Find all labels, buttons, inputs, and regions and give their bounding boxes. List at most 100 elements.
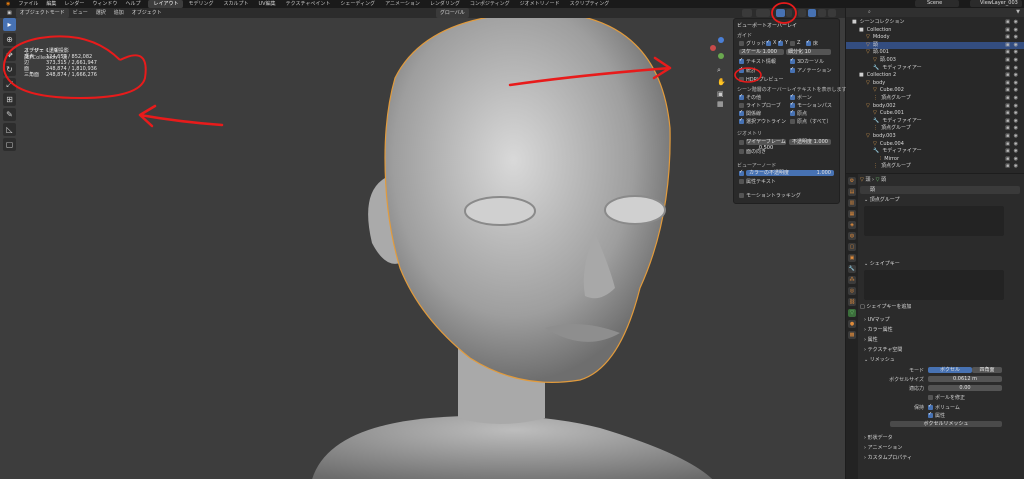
outliner-row[interactable]: ⫶ Mirror ▣ ◉ [846, 156, 1024, 163]
visibility-eye-icon[interactable]: ◉ [1014, 156, 1018, 163]
workspace-shading[interactable]: シェーディング [335, 0, 380, 8]
render-camera-icon[interactable]: ▣ [1005, 49, 1010, 56]
menu-add[interactable]: 追加 [110, 8, 128, 18]
navigation-gizmo[interactable]: ⌕ ✋ ▣ ▦ [703, 28, 733, 108]
render-camera-icon[interactable]: ▣ [1005, 95, 1010, 102]
outliner-row[interactable]: ■ Collection 2 ▣ ◉ [846, 72, 1024, 79]
workspace-uv[interactable]: UV編集 [254, 0, 281, 8]
menu-window[interactable]: ウィンドウ [88, 0, 121, 8]
visibility-eye-icon[interactable]: ◉ [1014, 57, 1018, 64]
bones-checkbox[interactable] [790, 93, 795, 100]
render-camera-icon[interactable]: ▣ [1005, 57, 1010, 64]
view-layer-selector[interactable]: ViewLayer_003 [970, 0, 1022, 7]
overlay-toggle-button[interactable] [776, 9, 785, 17]
menu-file[interactable]: ファイル [14, 0, 42, 8]
visibility-button[interactable] [742, 9, 752, 17]
menu-edit[interactable]: 編集 [42, 0, 60, 8]
scale-icon[interactable]: ⤢ [3, 78, 16, 91]
object-tab-icon[interactable]: ▣ [848, 254, 856, 262]
render-camera-icon[interactable]: ▣ [1005, 19, 1010, 26]
collection-tab-icon[interactable]: ▢ [848, 243, 856, 251]
menu-select[interactable]: 選択 [92, 8, 110, 18]
measure-icon[interactable]: ◺ [3, 123, 16, 136]
floor-checkbox[interactable] [806, 39, 811, 46]
workspace-texture-paint[interactable]: テクスチャペイント [281, 0, 336, 8]
remesh-mode-quad[interactable]: 四角面 [972, 367, 1002, 373]
render-camera-icon[interactable]: ▣ [1005, 34, 1010, 41]
workspace-sculpt[interactable]: スカルプト [218, 0, 253, 8]
overlay-dropdown-button[interactable] [786, 9, 792, 17]
visibility-eye-icon[interactable]: ◉ [1014, 95, 1018, 102]
fix-poles-checkbox[interactable] [928, 395, 933, 400]
motion-paths-checkbox[interactable] [790, 101, 795, 108]
attribute-text-checkbox[interactable] [739, 179, 744, 184]
grid-subdivisions-field[interactable]: 細分化 10 [786, 49, 831, 55]
visibility-eye-icon[interactable]: ◉ [1014, 19, 1018, 26]
shape-keys-list[interactable] [864, 270, 1004, 300]
workspace-compositing[interactable]: コンポジティング [465, 0, 515, 8]
xray-button[interactable] [798, 9, 806, 17]
add-cube-icon[interactable]: ▢ [3, 138, 16, 151]
voxel-remesh-button[interactable]: ボクセルリメッシュ [890, 421, 1002, 427]
move-icon[interactable]: ✥ [3, 48, 16, 61]
workspace-scripting[interactable]: スクリプティング [565, 0, 615, 8]
solid-shading-button[interactable] [808, 9, 816, 17]
outliner-row[interactable]: 🔧 モディファイアー ▣ ◉ [846, 118, 1024, 125]
axis-x-checkbox[interactable] [766, 39, 771, 46]
shape-keys-panel-header[interactable]: ⌄ シェイプキー [860, 260, 1022, 268]
color-attributes-panel-header[interactable]: › カラー属性 [860, 326, 1022, 334]
adaptivity-field[interactable]: 0.00 [928, 385, 1002, 391]
transform-icon[interactable]: ⊞ [3, 93, 16, 106]
material-tab-icon[interactable]: ● [848, 320, 856, 328]
mesh-name-field[interactable]: 頭 [860, 186, 1020, 194]
rotate-icon[interactable]: ↻ [3, 63, 16, 76]
remesh-panel-header[interactable]: ⌄ リメッシュ [860, 356, 1022, 364]
uv-maps-panel-header[interactable]: › UVマップ [860, 316, 1022, 324]
outliner-row[interactable]: ▽ Cube.001 ▣ ◉ [846, 110, 1024, 117]
outline-selected-checkbox[interactable] [739, 117, 744, 124]
modifier-tab-icon[interactable]: 🔧 [848, 265, 856, 273]
statistics-checkbox[interactable] [739, 66, 744, 73]
workspace-rendering[interactable]: レンダリング [425, 0, 465, 8]
visibility-eye-icon[interactable]: ◉ [1014, 110, 1018, 117]
render-camera-icon[interactable]: ▣ [1005, 65, 1010, 72]
menu-view[interactable]: ビュー [69, 8, 92, 18]
hdri-preview-checkbox[interactable] [739, 77, 744, 82]
axis-y-checkbox[interactable] [778, 39, 783, 46]
visibility-eye-icon[interactable]: ◉ [1014, 80, 1018, 87]
render-camera-icon[interactable]: ▣ [1005, 42, 1010, 49]
visibility-eye-icon[interactable]: ◉ [1014, 141, 1018, 148]
outliner-row[interactable]: ▽ 頭.001 ▣ ◉ [846, 49, 1024, 56]
3d-cursor-checkbox[interactable] [790, 57, 795, 64]
wireframe-threshold-field[interactable]: ワイヤーフレーム 0.500 [746, 139, 786, 151]
mode-selector[interactable]: オブジェクトモード [15, 8, 69, 18]
mesh-data-tab-icon[interactable]: ▽ [848, 309, 856, 317]
world-tab-icon[interactable]: ◍ [848, 232, 856, 240]
outliner-filter-icon[interactable]: ▼ [1016, 8, 1020, 17]
outliner-row[interactable]: ■ Collection ▣ ◉ [846, 27, 1024, 34]
render-camera-icon[interactable]: ▣ [1005, 103, 1010, 110]
render-camera-icon[interactable]: ▣ [1005, 72, 1010, 79]
transform-orientation[interactable]: グローバル [435, 8, 469, 18]
wireframe-checkbox[interactable] [739, 140, 744, 145]
vertex-groups-panel-header[interactable]: ⌄ 頂点グループ [860, 196, 1022, 204]
visibility-eye-icon[interactable]: ◉ [1014, 65, 1018, 72]
view-layer-tab-icon[interactable]: ▦ [848, 210, 856, 218]
geometry-data-panel-header[interactable]: › 形状データ [860, 434, 1022, 442]
outliner-row[interactable]: ⋮ 頂点グループ ▣ ◉ [846, 125, 1024, 132]
remesh-mode-voxel[interactable]: ボクセル [928, 367, 972, 373]
voxel-size-field[interactable]: 0.0612 m [928, 376, 1002, 382]
workspace-modeling[interactable]: モデリング [183, 0, 218, 8]
render-camera-icon[interactable]: ▣ [1005, 118, 1010, 125]
outliner-row[interactable]: ■ シーンコレクション ▣ ◉ [846, 19, 1024, 26]
axis-z-checkbox[interactable] [790, 41, 795, 46]
add-shape-key-button[interactable]: □ シェイプキーを追加 [860, 304, 911, 311]
render-tab-icon[interactable]: ▤ [848, 188, 856, 196]
blender-logo-icon[interactable]: ◉ [2, 0, 14, 8]
outliner-row[interactable]: ▽ body.003 ▣ ◉ [846, 133, 1024, 140]
visibility-eye-icon[interactable]: ◉ [1014, 133, 1018, 140]
grid-checkbox[interactable] [739, 41, 744, 46]
outliner-row[interactable]: ⋮ 頂点グループ ▣ ◉ [846, 95, 1024, 102]
light-probes-checkbox[interactable] [739, 103, 744, 108]
animation-panel-header[interactable]: › アニメーション [860, 444, 1022, 452]
